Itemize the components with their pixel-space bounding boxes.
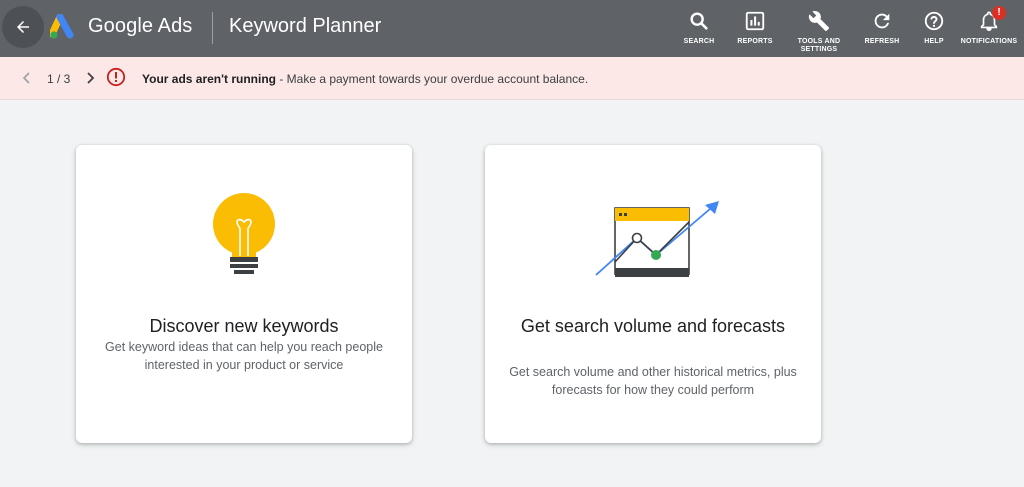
reports-button[interactable]: REPORTS — [735, 10, 775, 46]
chevron-right-icon[interactable] — [83, 70, 97, 86]
refresh-icon — [874, 13, 890, 29]
notification-badge: ! — [992, 6, 1006, 20]
error-icon — [106, 67, 126, 87]
notifications-label: NOTIFICATIONS — [960, 38, 1018, 45]
discover-keywords-card[interactable]: Discover new keywords Get keyword ideas … — [76, 145, 412, 443]
refresh-button[interactable]: REFRESH — [862, 10, 902, 46]
reports-label: REPORTS — [737, 38, 773, 45]
alert-message: Your ads aren't running - Make a payment… — [142, 72, 588, 86]
page-title: Keyword Planner — [229, 15, 382, 37]
top-app-bar: Google Ads Keyword Planner SEARCH REPORT… — [0, 0, 1024, 57]
trend-chart-icon — [595, 201, 719, 277]
google-ads-logo-icon — [50, 14, 74, 39]
reports-icon — [745, 11, 765, 31]
brand-name: Google Ads — [88, 15, 193, 37]
chevron-left-icon[interactable] — [20, 70, 34, 86]
arrow-back-icon — [17, 21, 29, 33]
back-button[interactable] — [2, 6, 44, 48]
search-button[interactable]: SEARCH — [680, 10, 718, 46]
header-divider — [212, 12, 213, 44]
card-title: Get search volume and forecasts — [520, 316, 786, 336]
card-description: Get search volume and other historical m… — [509, 365, 797, 397]
help-label: HELP — [924, 38, 944, 45]
help-icon — [924, 11, 944, 31]
card-title: Discover new keywords — [149, 316, 339, 336]
search-icon — [690, 12, 708, 30]
tools-and-settings-label: TOOLS AND SETTINGS — [797, 38, 841, 53]
wrench-icon — [808, 11, 830, 32]
alert-banner: 1 / 3 Your ads aren't running - Make a p… — [0, 57, 1024, 100]
alert-detail: - Make a payment towards your overdue ac… — [275, 72, 589, 86]
lightbulb-icon — [213, 193, 275, 274]
search-volume-forecasts-card[interactable]: Get search volume and forecasts Get sear… — [485, 145, 821, 443]
notifications-button[interactable]: ! NOTIFICATIONS — [958, 6, 1020, 46]
alert-pager: 1 / 3 — [47, 72, 71, 86]
tools-and-settings-button[interactable]: TOOLS AND SETTINGS — [793, 10, 845, 54]
search-label: SEARCH — [683, 38, 715, 45]
card-description: Get keyword ideas that can help you reac… — [105, 340, 383, 372]
refresh-label: REFRESH — [864, 38, 900, 45]
alert-title: Your ads aren't running — [142, 72, 276, 86]
help-button[interactable]: HELP — [918, 10, 950, 46]
